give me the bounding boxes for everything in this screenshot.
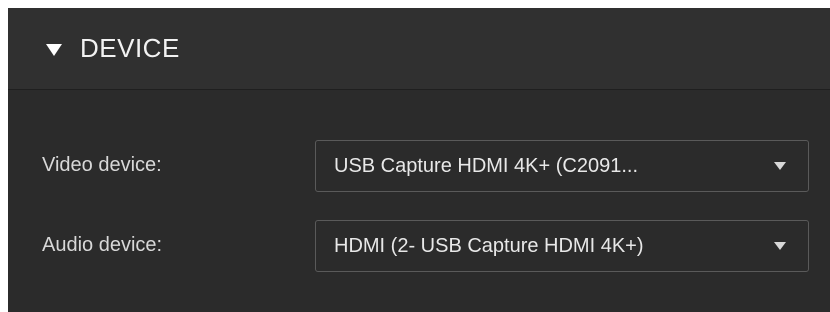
section-title: DEVICE bbox=[80, 33, 180, 63]
collapse-triangle-icon[interactable] bbox=[46, 43, 62, 56]
video-device-select[interactable]: USB Capture HDMI 4K+ (C2091... bbox=[315, 140, 809, 192]
chevron-down-icon[interactable] bbox=[774, 242, 786, 250]
video-device-row: Video device: USB Capture HDMI 4K+ (C209… bbox=[8, 140, 830, 192]
audio-device-row: Audio device: HDMI (2- USB Capture HDMI … bbox=[8, 220, 830, 272]
video-device-value: USB Capture HDMI 4K+ (C2091... bbox=[334, 155, 639, 177]
device-section-header[interactable]: DEVICE bbox=[8, 8, 830, 90]
device-fields: Video device: USB Capture HDMI 4K+ (C209… bbox=[8, 90, 830, 312]
audio-device-select[interactable]: HDMI (2- USB Capture HDMI 4K+) bbox=[315, 220, 809, 272]
audio-device-value: HDMI (2- USB Capture HDMI 4K+) bbox=[334, 235, 644, 257]
video-device-label: Video device: bbox=[42, 154, 162, 176]
chevron-down-icon[interactable] bbox=[774, 162, 786, 170]
audio-device-label: Audio device: bbox=[42, 234, 163, 256]
device-panel: DEVICE Video device: USB Capture HDMI 4K… bbox=[8, 8, 830, 312]
